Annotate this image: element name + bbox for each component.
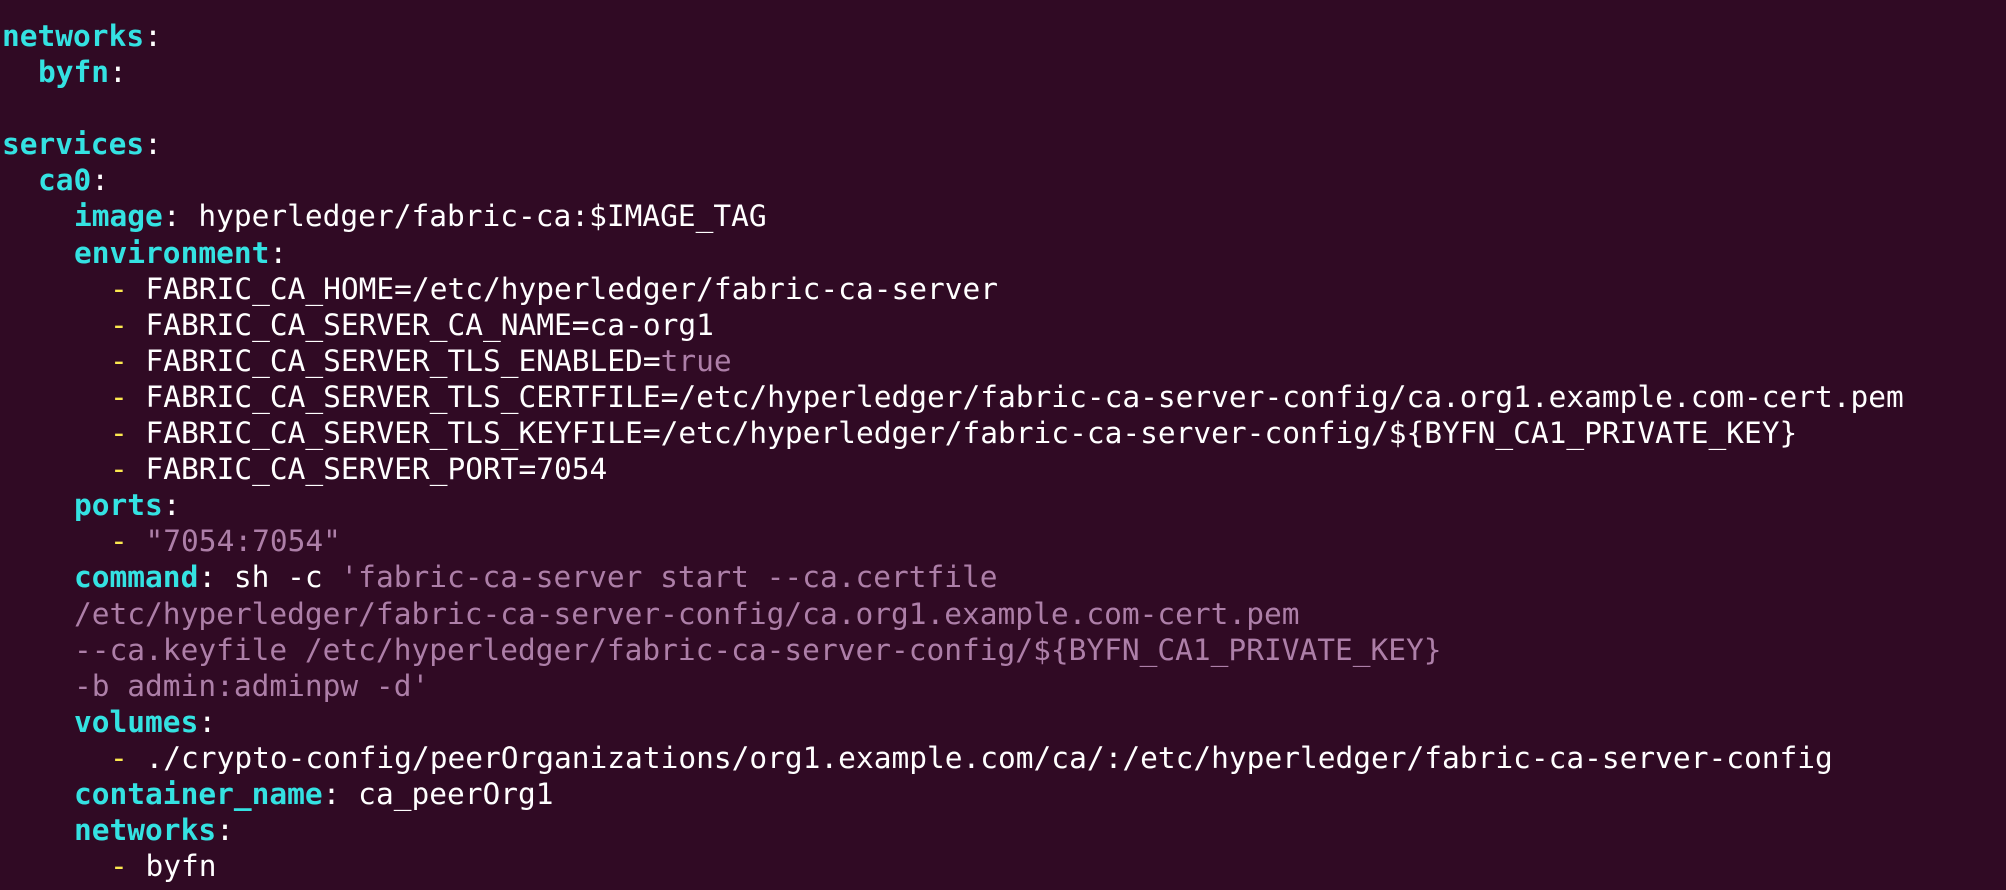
yaml-string: "7054:7054"	[127, 524, 341, 559]
yaml-dash: -	[110, 343, 128, 378]
yaml-list-item: - byfn	[0, 848, 2006, 884]
yaml-line-ports: ports:	[0, 487, 2006, 523]
yaml-value: FABRIC_CA_SERVER_CA_NAME=ca-org1	[127, 307, 714, 342]
yaml-dash: -	[110, 271, 128, 306]
yaml-key: command	[74, 560, 199, 595]
yaml-value: ca_peerOrg1	[340, 776, 554, 811]
yaml-value: FABRIC_CA_SERVER_PORT=7054	[127, 452, 608, 487]
yaml-line-volumes: volumes:	[0, 704, 2006, 740]
yaml-list-item: - FABRIC_CA_SERVER_PORT=7054	[0, 451, 2006, 487]
yaml-list-item: - FABRIC_CA_SERVER_TLS_KEYFILE=/etc/hype…	[0, 415, 2006, 451]
yaml-separator: :	[162, 199, 181, 234]
yaml-separator: :	[198, 704, 217, 739]
yaml-dash: -	[110, 452, 128, 487]
yaml-separator: :	[269, 235, 288, 270]
yaml-string: /etc/hyperledger/fabric-ca-server-config…	[74, 596, 1300, 631]
yaml-value: FABRIC_CA_SERVER_TLS_KEYFILE=/etc/hyperl…	[127, 416, 1798, 451]
yaml-string-continuation: /etc/hyperledger/fabric-ca-server-config…	[0, 596, 2006, 632]
yaml-list-item: - "7054:7054"	[0, 523, 2006, 559]
yaml-value: FABRIC_CA_SERVER_TLS_CERTFILE=/etc/hyper…	[127, 379, 1904, 414]
yaml-separator: :	[144, 19, 162, 53]
yaml-separator: :	[109, 55, 127, 90]
yaml-line-blank	[0, 90, 2006, 126]
yaml-dash: -	[110, 740, 128, 775]
yaml-separator: :	[144, 127, 162, 162]
yaml-string: 'fabric-ca-server start --ca.certfile	[340, 560, 998, 595]
yaml-separator: :	[216, 813, 234, 848]
yaml-value: sh -c	[216, 560, 341, 595]
yaml-key: services	[2, 127, 145, 162]
yaml-list-item: - FABRIC_CA_SERVER_TLS_CERTFILE=/etc/hyp…	[0, 379, 2006, 415]
yaml-key: byfn	[38, 55, 110, 90]
yaml-key: environment	[74, 235, 270, 270]
yaml-key: networks	[2, 19, 145, 53]
yaml-list-item: - ./crypto-config/peerOrganizations/org1…	[0, 740, 2006, 776]
yaml-dash: -	[110, 379, 128, 414]
yaml-separator: :	[91, 163, 110, 198]
yaml-dash: -	[110, 849, 128, 884]
yaml-separator: :	[198, 560, 217, 595]
yaml-line-command: command: sh -c 'fabric-ca-server start -…	[0, 559, 2006, 595]
yaml-line-networks: networks:	[0, 18, 2006, 54]
yaml-separator: :	[322, 776, 341, 811]
yaml-value: FABRIC_CA_HOME=/etc/hyperledger/fabric-c…	[127, 271, 999, 306]
yaml-line-networks: networks:	[0, 812, 2006, 848]
yaml-key: ca0	[38, 163, 92, 198]
yaml-key: container_name	[74, 776, 323, 811]
yaml-line-environment: environment:	[0, 235, 2006, 271]
yaml-string-continuation: -b admin:adminpw -d'	[0, 668, 2006, 704]
yaml-line-image: image: hyperledger/fabric-ca:$IMAGE_TAG	[0, 198, 2006, 234]
terminal-window[interactable]: networks: byfn: services: ca0: image: hy…	[0, 0, 2006, 890]
yaml-value: byfn	[127, 849, 217, 884]
yaml-dash: -	[110, 524, 128, 559]
yaml-value: ./crypto-config/peerOrganizations/org1.e…	[127, 740, 1833, 775]
yaml-string: -b admin:adminpw -d'	[74, 668, 430, 703]
yaml-line-services: services:	[0, 126, 2006, 162]
yaml-key: networks	[74, 813, 217, 848]
yaml-key: ports	[74, 488, 163, 523]
yaml-value: FABRIC_CA_SERVER_TLS_ENABLED=	[127, 343, 661, 378]
yaml-dash: -	[110, 416, 128, 451]
yaml-line-ca0: ca0:	[0, 162, 2006, 198]
yaml-list-item: - FABRIC_CA_SERVER_TLS_ENABLED=true	[0, 343, 2006, 379]
yaml-value: hyperledger/fabric-ca:$IMAGE_TAG	[180, 199, 767, 234]
yaml-key: image	[74, 199, 163, 234]
yaml-separator: :	[162, 488, 181, 523]
yaml-string-continuation: --ca.keyfile /etc/hyperledger/fabric-ca-…	[0, 632, 2006, 668]
yaml-key: volumes	[74, 704, 199, 739]
yaml-list-item: - FABRIC_CA_HOME=/etc/hyperledger/fabric…	[0, 271, 2006, 307]
yaml-list-item: - FABRIC_CA_SERVER_CA_NAME=ca-org1	[0, 307, 2006, 343]
yaml-line-byfn: byfn:	[0, 54, 2006, 90]
yaml-dash: -	[110, 307, 128, 342]
yaml-line-container-name: container_name: ca_peerOrg1	[0, 776, 2006, 812]
yaml-string: --ca.keyfile /etc/hyperledger/fabric-ca-…	[74, 632, 1442, 667]
yaml-boolean: true	[660, 343, 732, 378]
